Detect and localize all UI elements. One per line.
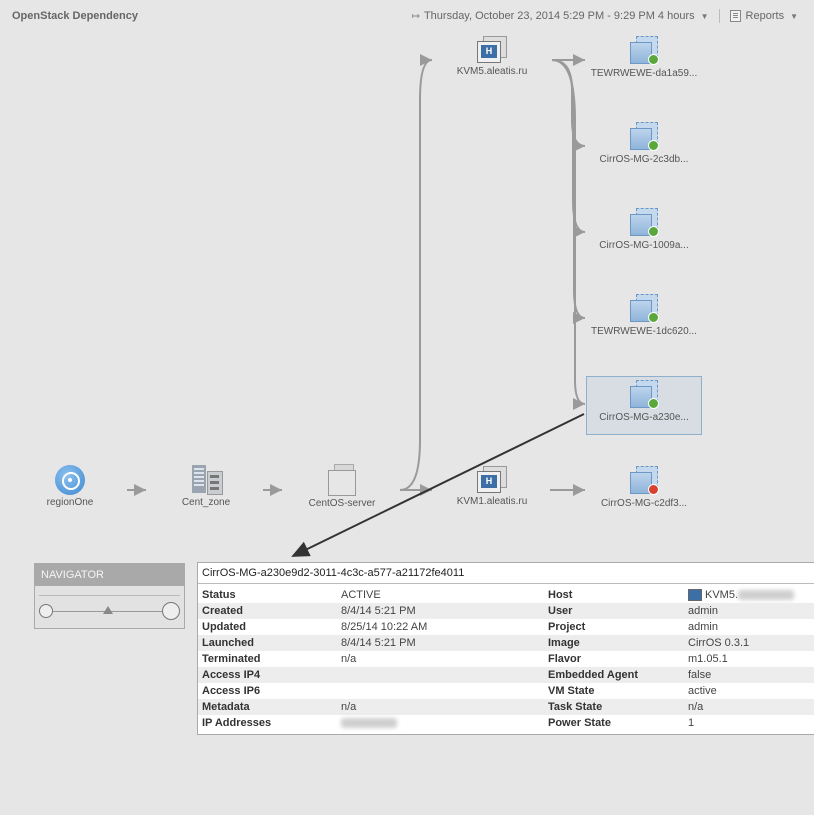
- node-label: CirrOS-MG-1009a...: [599, 240, 689, 251]
- status-ok-icon: [648, 398, 659, 409]
- node-label: KVM5.aleatis.ru: [456, 66, 528, 77]
- status-ok-icon: [648, 226, 659, 237]
- details-row: Status ACTIVE Host KVM5.: [198, 587, 814, 603]
- details-row: Access IP6 VM State active: [198, 683, 814, 699]
- node-host-kvm1[interactable]: H KVM1.aleatis.ru: [437, 466, 547, 507]
- node-server[interactable]: CentOS-server: [287, 464, 397, 509]
- server-icon: [328, 464, 356, 496]
- zoom-in-icon[interactable]: [162, 602, 180, 620]
- node-label: TEWRWEWE-da1a59...: [590, 68, 698, 79]
- node-label: Cent_zone: [181, 497, 231, 508]
- redacted-text: [341, 718, 397, 729]
- detail-value: n/a: [341, 701, 357, 713]
- navigator-panel: NAVIGATOR: [34, 563, 185, 629]
- detail-value: admin: [688, 621, 718, 633]
- detail-key: Terminated: [202, 653, 261, 665]
- detail-value: admin: [688, 605, 718, 617]
- hypervisor-icon: H: [477, 36, 507, 64]
- details-row: IP Addresses Power State 1: [198, 715, 814, 731]
- detail-key: IP Addresses: [202, 717, 272, 729]
- node-vm-5-selected[interactable]: CirrOS-MG-a230e...: [586, 376, 702, 435]
- detail-key: Flavor: [548, 653, 582, 665]
- node-label: CirrOS-MG-c2df3...: [600, 498, 688, 509]
- detail-key: Access IP6: [202, 685, 261, 697]
- detail-key: Task State: [548, 701, 603, 713]
- details-row: Updated 8/25/14 10:22 AM Project admin: [198, 619, 814, 635]
- hypervisor-icon: [688, 589, 702, 602]
- redacted-text: [738, 590, 795, 601]
- detail-key: Image: [548, 637, 580, 649]
- status-ok-icon: [648, 140, 659, 151]
- status-ok-icon: [648, 312, 659, 323]
- detail-key: Metadata: [202, 701, 250, 713]
- detail-key: Status: [202, 589, 236, 601]
- region-icon: [55, 465, 85, 495]
- detail-key: Access IP4: [202, 669, 261, 681]
- hypervisor-icon: H: [477, 466, 507, 494]
- detail-value: 8/4/14 5:21 PM: [341, 605, 416, 617]
- detail-value: n/a: [688, 701, 704, 713]
- detail-key: Power State: [548, 717, 611, 729]
- details-row: Metadata n/a Task State n/a: [198, 699, 814, 715]
- node-label: TEWRWEWE-1dc620...: [591, 326, 697, 337]
- node-vm-1[interactable]: TEWRWEWE-da1a59...: [589, 36, 699, 79]
- detail-key: Embedded Agent: [548, 669, 639, 681]
- node-label: CentOS-server: [308, 498, 376, 509]
- detail-value: ACTIVE: [341, 589, 381, 601]
- detail-value: n/a: [341, 653, 357, 665]
- detail-value-host[interactable]: KVM5.: [688, 587, 795, 603]
- details-row: Created 8/4/14 5:21 PM User admin: [198, 603, 814, 619]
- node-label: KVM1.aleatis.ru: [456, 496, 528, 507]
- status-error-icon: [648, 484, 659, 495]
- detail-value: 1: [688, 717, 695, 729]
- zoom-out-icon[interactable]: [39, 604, 53, 618]
- instance-details-panel: CirrOS-MG-a230e9d2-3011-4c3c-a577-a21172…: [197, 562, 814, 735]
- vm-instance-icon: [629, 466, 659, 496]
- edge-kvm5-vm3: [551, 59, 586, 238]
- detail-key: Created: [202, 605, 243, 617]
- edge-server-kvm5: [399, 54, 433, 491]
- node-vm-2[interactable]: CirrOS-MG-2c3db...: [589, 122, 699, 165]
- details-row: Launched 8/4/14 5:21 PM Image CirrOS 0.3…: [198, 635, 814, 651]
- edge-kvm5-vm5: [551, 59, 586, 410]
- building-icon: [190, 465, 223, 495]
- vm-instance-icon: [629, 294, 659, 324]
- divider: [39, 595, 180, 596]
- node-region[interactable]: regionOne: [15, 465, 125, 508]
- host-link[interactable]: KVM5.: [705, 589, 738, 601]
- vm-instance-icon: [629, 36, 659, 66]
- detail-value: m1.05.1: [688, 653, 728, 665]
- detail-value: active: [688, 685, 717, 697]
- detail-value: CirrOS 0.3.1: [688, 637, 750, 649]
- vm-instance-icon: [629, 122, 659, 152]
- instance-details-title: CirrOS-MG-a230e9d2-3011-4c3c-a577-a21172…: [198, 563, 814, 584]
- detail-value: 8/4/14 5:21 PM: [341, 637, 416, 649]
- detail-key: VM State: [548, 685, 595, 697]
- node-label: regionOne: [46, 497, 94, 508]
- zoom-slider-thumb[interactable]: [103, 606, 113, 614]
- node-label: CirrOS-MG-a230e...: [599, 412, 689, 423]
- detail-key: Project: [548, 621, 586, 633]
- detail-key: Updated: [202, 621, 246, 633]
- detail-key: Host: [548, 589, 573, 601]
- node-zone[interactable]: Cent_zone: [151, 465, 261, 508]
- details-row: Terminated n/a Flavor m1.05.1: [198, 651, 814, 667]
- details-table: Status ACTIVE Host KVM5. Created 8/4/14 …: [198, 584, 814, 731]
- navigator-title: NAVIGATOR: [35, 564, 184, 586]
- detail-value: 8/25/14 10:22 AM: [341, 621, 428, 633]
- node-vm-4[interactable]: TEWRWEWE-1dc620...: [589, 294, 699, 337]
- vm-instance-icon: [629, 380, 659, 410]
- details-row: Access IP4 Embedded Agent false: [198, 667, 814, 683]
- node-vm-3[interactable]: CirrOS-MG-1009a...: [589, 208, 699, 251]
- edge-kvm5-vm4: [551, 59, 586, 324]
- detail-value: [341, 715, 397, 731]
- node-label: CirrOS-MG-2c3db...: [599, 154, 689, 165]
- detail-key: User: [548, 605, 573, 617]
- node-host-kvm5[interactable]: H KVM5.aleatis.ru: [437, 36, 547, 77]
- detail-key: Launched: [202, 637, 254, 649]
- status-ok-icon: [648, 54, 659, 65]
- vm-instance-icon: [629, 208, 659, 238]
- node-vm-6[interactable]: CirrOS-MG-c2df3...: [589, 466, 699, 509]
- detail-value: false: [688, 669, 712, 681]
